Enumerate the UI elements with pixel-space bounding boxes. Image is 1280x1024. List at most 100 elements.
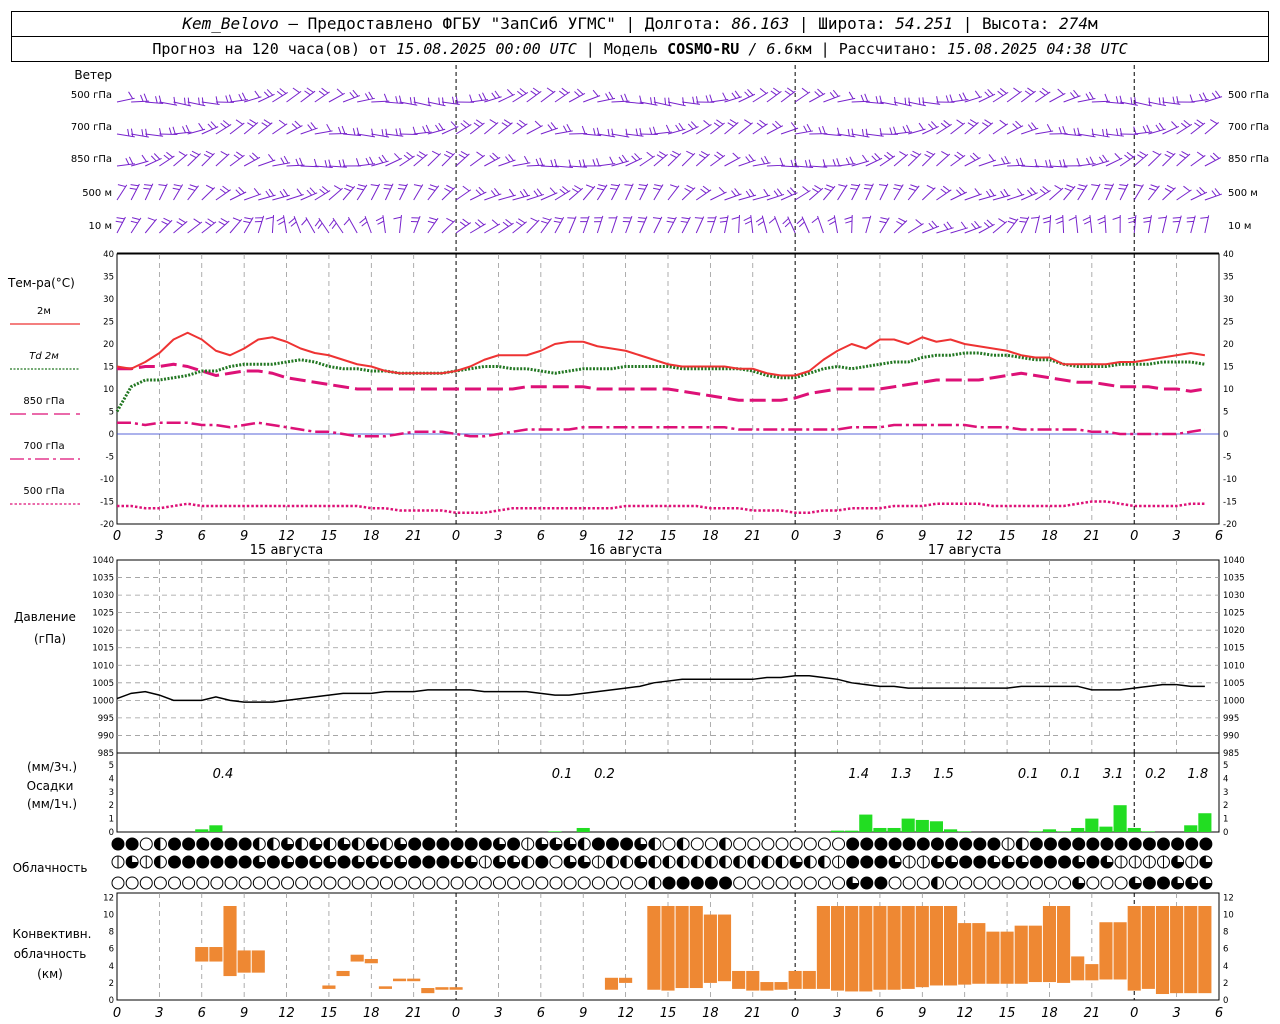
wind-barb (907, 223, 924, 234)
wind-barb-feather (317, 222, 323, 229)
wind-barb-feather (1176, 96, 1179, 105)
wind-barb-feather (519, 190, 525, 198)
pressure-ytick-left: 995 (98, 714, 114, 724)
conv-ytick-left: 8 (109, 928, 114, 938)
pressure-ytick-left: 1025 (92, 609, 114, 619)
wind-barb-feather (864, 184, 873, 187)
wind-barb-feather (168, 127, 172, 135)
wind-barb-feather (143, 93, 148, 102)
conv-ytick-left: 12 (103, 893, 114, 903)
wind-barb-feather (884, 154, 891, 160)
wind-barb-feather (491, 219, 499, 226)
cloud-symbol (168, 876, 182, 890)
wind-barb-feather (940, 122, 947, 128)
wind-barb-feather (1172, 96, 1175, 104)
precip-bar (958, 831, 972, 832)
wind-barb-feather (611, 128, 614, 137)
wind-barb (865, 157, 883, 167)
temp-hour-label: 6 (198, 529, 206, 544)
wind-barb (582, 185, 596, 201)
wind-barb-feather (989, 188, 995, 196)
wind-barb-feather (1031, 216, 1040, 219)
wind-level-label-left: 700 гПа (71, 122, 112, 133)
wind-barb-feather (1180, 122, 1188, 128)
wind-barb-feather (1097, 216, 1106, 221)
wind-barb-feather (187, 97, 190, 106)
wind-barb-feather (542, 217, 551, 221)
temp-hour-label: 12 (278, 529, 295, 544)
cloud-symbol (111, 876, 125, 890)
wind-barb-feather (1104, 184, 1113, 186)
wind-barb-feather (772, 123, 778, 129)
wind-barb-feather (1042, 186, 1050, 192)
wind-level-label-left: 500 м (82, 188, 112, 199)
wind-barb-feather (1056, 220, 1064, 225)
wind-barb-feather (280, 157, 285, 165)
cloud-symbol (959, 855, 973, 869)
wind-barb (498, 159, 516, 167)
wind-barb-feather (508, 188, 515, 196)
wind-barb-feather (1068, 216, 1077, 221)
conv-hour-label: 9 (240, 1006, 248, 1021)
cloud-symbol (1156, 876, 1170, 890)
cloud-symbol (987, 837, 1001, 851)
wind-barb-feather (425, 124, 431, 133)
conv-bar (958, 923, 972, 985)
wind-barb (667, 153, 682, 167)
wind-barb (865, 183, 874, 201)
wind-barb-feather (862, 154, 868, 162)
precip-bar (929, 821, 943, 832)
wind-barb (1162, 152, 1176, 167)
conv-title-2: облачность (14, 947, 87, 961)
wind-barb-feather (442, 97, 444, 106)
wind-barb-feather (607, 128, 610, 136)
wind-barb-feather (523, 188, 529, 197)
wind-barb (554, 216, 565, 234)
wind-barb (817, 215, 824, 234)
conv-bar (378, 986, 392, 989)
wind-barb-feather (469, 94, 473, 103)
wind-barb (978, 223, 995, 234)
wind-barb (761, 215, 768, 234)
wind-barb (653, 216, 663, 234)
wind-barb-feather (482, 92, 487, 101)
wind-barb (1049, 187, 1064, 201)
wind-barb-feather (1172, 217, 1181, 219)
wind-barb-feather (667, 217, 676, 220)
wind-barb-feather (1000, 157, 1006, 165)
wind-barb-feather (694, 217, 703, 219)
conv-hour-label: 6 (198, 1006, 206, 1021)
wind-barb-feather (984, 119, 992, 125)
wind-barb-feather (299, 157, 303, 166)
conv-bar (845, 906, 859, 992)
wind-barb (201, 126, 219, 135)
wind-barb-feather (576, 88, 584, 95)
temp-ytick-right: 10 (1223, 385, 1234, 395)
wind-barb-feather (1019, 220, 1027, 223)
temp-ytick-right: -5 (1223, 453, 1231, 463)
wind-barb (385, 157, 402, 167)
wind-barb-feather (519, 119, 527, 126)
cloud-symbol (620, 837, 634, 851)
wind-barb-feather (581, 125, 586, 134)
precip-total: 1.8 (1187, 767, 1208, 782)
wind-barb-feather (263, 119, 271, 125)
cloud-symbol (591, 876, 605, 890)
wind-barb (540, 218, 552, 234)
wind-barb-feather (191, 150, 200, 156)
wind-barb (681, 187, 696, 201)
wind-barb-feather (734, 90, 741, 98)
wind-barb-feather (222, 120, 230, 126)
cloud-symbol (521, 876, 535, 890)
wind-barb (738, 93, 756, 103)
wind-barb-feather (429, 184, 438, 188)
wind-barb-feather (969, 119, 978, 125)
wind-barb-feather (1158, 97, 1161, 105)
wind-barb-feather (321, 186, 329, 193)
wind-barb-feather (198, 97, 200, 105)
wind-barb-feather (574, 185, 582, 190)
wind-barb (1075, 215, 1079, 234)
cloud-symbol (266, 855, 280, 869)
temp-hour-label: 15 (999, 529, 1016, 544)
cloud-symbol (252, 876, 266, 890)
